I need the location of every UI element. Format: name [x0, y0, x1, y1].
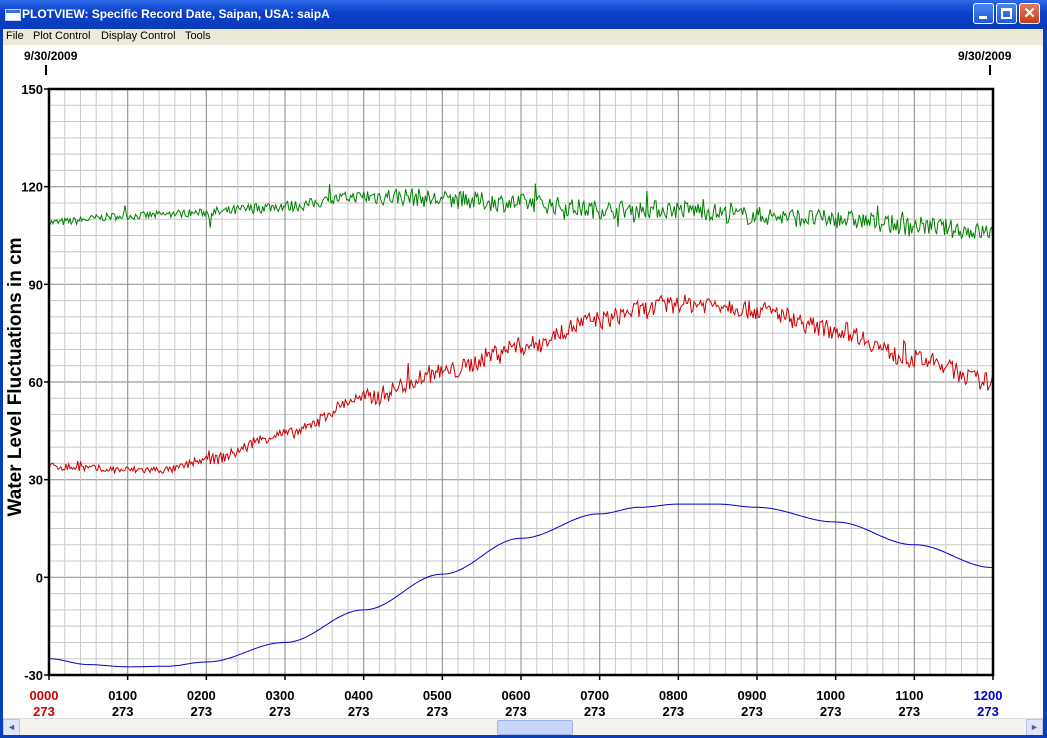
maximize-icon	[1001, 8, 1012, 19]
x-tick-label: 0200	[187, 688, 216, 703]
title-bar: PLOTVIEW: Specific Record Date, Saipan, …	[0, 0, 1047, 29]
window-title: PLOTVIEW: Specific Record Date, Saipan, …	[22, 7, 330, 21]
x-tick-day-label: 273	[33, 704, 55, 717]
y-tick-label: 60	[29, 375, 43, 390]
window-frame-right	[1043, 29, 1047, 738]
menu-bar: File Plot Control Display Control Tools	[0, 29, 1047, 45]
menu-tools[interactable]: Tools	[185, 30, 211, 42]
x-tick-label: 0100	[108, 688, 137, 703]
x-tick-day-label: 273	[112, 704, 134, 717]
x-tick-day-label: 273	[505, 704, 527, 717]
y-tick-label: 30	[29, 473, 43, 488]
y-tick-label: 120	[21, 180, 43, 195]
x-tick-label: 0600	[502, 688, 531, 703]
app-icon	[5, 9, 21, 21]
x-axis: 0000273010027302002730300273040027305002…	[30, 675, 1003, 717]
x-tick-label: 0000	[30, 688, 59, 703]
x-tick-label: 0700	[580, 688, 609, 703]
scroll-thumb[interactable]	[497, 720, 573, 735]
horizontal-scrollbar[interactable]: ◄ ►	[3, 718, 1043, 736]
y-tick-label: -30	[24, 668, 43, 683]
x-tick-day-label: 273	[820, 704, 842, 717]
x-tick-label: 0300	[266, 688, 295, 703]
x-tick-day-label: 273	[741, 704, 763, 717]
x-tick-day-label: 273	[898, 704, 920, 717]
x-tick-label: 1000	[816, 688, 845, 703]
x-tick-day-label: 273	[426, 704, 448, 717]
x-tick-day-label: 273	[584, 704, 606, 717]
close-button[interactable]: ✕	[1019, 3, 1040, 24]
menu-display-control[interactable]: Display Control	[101, 30, 176, 42]
x-tick-label: 0400	[344, 688, 373, 703]
close-icon: ✕	[1023, 5, 1036, 22]
x-tick-day-label: 273	[348, 704, 370, 717]
menu-file[interactable]: File	[6, 30, 24, 42]
y-tick-label: 0	[36, 570, 43, 585]
x-tick-day-label: 273	[269, 704, 291, 717]
x-tick-label: 1200	[974, 688, 1003, 703]
x-tick-day-label: 273	[190, 704, 212, 717]
water-level-chart: -300306090120150 00002730100273020027303…	[5, 65, 1003, 717]
scroll-right-arrow-icon[interactable]: ►	[1026, 719, 1043, 736]
scroll-left-arrow-icon[interactable]: ◄	[3, 719, 20, 736]
x-tick-day-label: 273	[662, 704, 684, 717]
x-tick-label: 0900	[738, 688, 767, 703]
x-tick-label: 0800	[659, 688, 688, 703]
menu-plot-control[interactable]: Plot Control	[33, 30, 90, 42]
y-tick-label: 90	[29, 277, 43, 292]
x-tick-label: 1100	[895, 688, 923, 703]
y-tick-label: 150	[21, 82, 43, 97]
minimize-button[interactable]	[973, 3, 994, 24]
x-tick-label: 0500	[423, 688, 452, 703]
y-axis-label: Water Level Fluctuations in cm	[5, 237, 26, 516]
x-tick-day-label: 273	[977, 704, 999, 717]
minimize-icon	[979, 16, 987, 19]
plot-grid	[48, 88, 994, 676]
maximize-button[interactable]	[996, 3, 1017, 24]
